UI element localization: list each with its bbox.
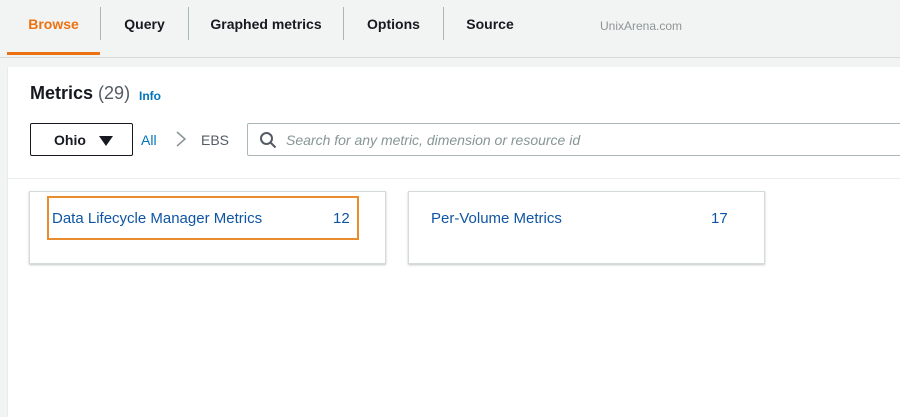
- region-dropdown[interactable]: Ohio: [30, 123, 133, 156]
- info-link[interactable]: Info: [139, 89, 161, 103]
- page-title: Metrics (29): [30, 83, 130, 104]
- metrics-header: Metrics (29) Info Ohio All EBS: [8, 67, 900, 179]
- caret-down-icon: [99, 136, 113, 146]
- tab-graphed-metrics[interactable]: Graphed metrics: [189, 0, 343, 55]
- metrics-count: (29): [98, 83, 131, 103]
- metric-card-count: 12: [333, 210, 350, 227]
- metric-card-name[interactable]: Per-Volume Metrics: [431, 210, 562, 227]
- search-bar: [247, 123, 900, 156]
- search-input[interactable]: [286, 130, 886, 150]
- watermark-text: UnixArena.com: [600, 19, 683, 33]
- metrics-panel: Metrics (29) Info Ohio All EBS Data Life…: [7, 67, 900, 417]
- metric-card-data-lifecycle-manager[interactable]: Data Lifecycle Manager Metrics 12: [29, 191, 386, 264]
- breadcrumb-current: EBS: [201, 132, 230, 148]
- metric-card-count: 17: [711, 210, 728, 227]
- tab-source[interactable]: Source: [444, 0, 536, 55]
- metric-card-per-volume[interactable]: Per-Volume Metrics 17: [408, 191, 765, 264]
- search-icon: [260, 132, 277, 149]
- region-dropdown-value: Ohio: [54, 132, 86, 148]
- breadcrumb-all[interactable]: All: [141, 132, 157, 148]
- tab-options[interactable]: Options: [344, 0, 443, 55]
- chevron-right-icon: [176, 131, 187, 147]
- tab-bar: Browse Query Graphed metrics Options Sou…: [0, 0, 900, 58]
- metric-card-name[interactable]: Data Lifecycle Manager Metrics: [52, 210, 262, 227]
- page-title-text: Metrics: [30, 83, 94, 103]
- tab-browse[interactable]: Browse: [7, 0, 100, 55]
- tab-query[interactable]: Query: [101, 0, 188, 55]
